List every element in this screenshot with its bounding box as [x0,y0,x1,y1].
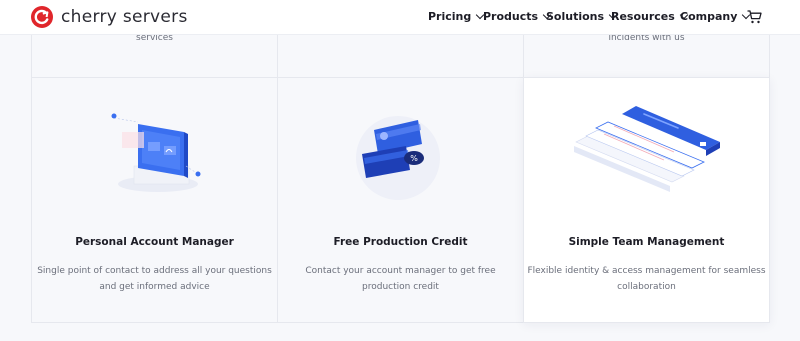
team-management-illustration [574,106,720,192]
brand-name: cherry servers [61,7,188,27]
nav-resources-label: Resources [611,10,675,23]
nav-products[interactable]: Products [483,10,552,23]
nav-pricing[interactable]: Pricing [428,10,485,23]
feature-title: Simple Team Management [568,236,725,248]
cart-icon[interactable] [747,10,762,24]
nav-solutions[interactable]: Solutions [546,10,618,23]
feature-description-line: Contact your account manager to get free [305,266,496,276]
nav-pricing-label: Pricing [428,10,472,23]
brand-logo[interactable]: cherry servers [30,5,188,29]
feature-description: Flexible identity & access management fo… [524,263,769,295]
nav-company[interactable]: Company [680,10,751,23]
feature-desc-snippet: incidents with us [608,33,685,43]
svg-text:%: % [410,154,418,163]
feature-description-line: Single point of contact to address all y… [37,266,272,276]
account-manager-illustration [111,113,201,192]
nav-products-label: Products [483,10,539,23]
feature-card-account-manager: Personal Account Manager Single point of… [31,77,278,323]
feature-description-line: Flexible identity & access management fo… [527,266,766,276]
feature-card-production-credit: % Free Production Credit Contact your ac… [277,77,524,323]
feature-description-line: production credit [362,282,439,292]
nav-solutions-label: Solutions [546,10,605,23]
site-header: cherry servers Pricing Products Solution… [0,0,800,34]
feature-title: Free Production Credit [333,236,468,248]
feature-description: Contact your account manager to get free… [278,263,523,295]
credit-cards-illustration: % [356,116,440,200]
nav-company-label: Company [680,10,738,23]
feature-description-line: and get informed advice [99,282,210,292]
nav-resources[interactable]: Resources [611,10,689,23]
feature-title: Personal Account Manager [75,236,234,248]
feature-card-team-management: Simple Team Management Flexible identity… [523,77,770,323]
feature-description-line: collaboration [617,282,676,292]
features-grid: services incidents with us Personal Acco… [31,0,770,323]
cherry-logo-icon [31,6,53,28]
feature-desc-snippet: services [136,33,173,43]
feature-description: Single point of contact to address all y… [32,263,277,295]
